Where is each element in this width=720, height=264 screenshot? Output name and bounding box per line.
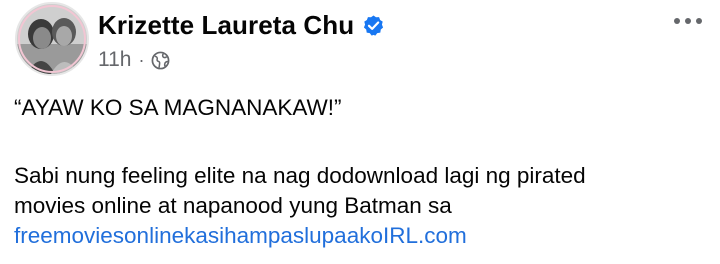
- post-line-1: Sabi nung feeling elite na nag dodownloa…: [14, 163, 586, 188]
- more-options-icon[interactable]: [670, 14, 706, 28]
- more-dot: [696, 18, 702, 24]
- author-row: Krizette Laureta Chu: [98, 10, 385, 41]
- post-text: “AYAW KO SA MAGNANAKAW!” Sabi nung feeli…: [14, 93, 704, 251]
- post-meta: 11h ·: [98, 48, 170, 72]
- post-link[interactable]: freemoviesonlinekasihampaslupaakoIRL.com: [14, 223, 467, 248]
- verified-badge-icon: [362, 14, 385, 37]
- post-line-2: movies online at napanood yung Batman sa: [14, 193, 452, 218]
- post-timestamp[interactable]: 11h: [98, 48, 131, 72]
- author-name[interactable]: Krizette Laureta Chu: [98, 10, 354, 41]
- more-dot: [685, 18, 691, 24]
- post-quote: “AYAW KO SA MAGNANAKAW!”: [14, 95, 342, 120]
- more-dot: [674, 18, 680, 24]
- facebook-post: Krizette Laureta Chu 11h · “AYAW KO SA M…: [0, 0, 720, 264]
- globe-icon[interactable]: [151, 51, 170, 70]
- meta-separator: ·: [138, 49, 145, 70]
- avatar[interactable]: [15, 2, 89, 76]
- avatar-photo: [17, 4, 87, 74]
